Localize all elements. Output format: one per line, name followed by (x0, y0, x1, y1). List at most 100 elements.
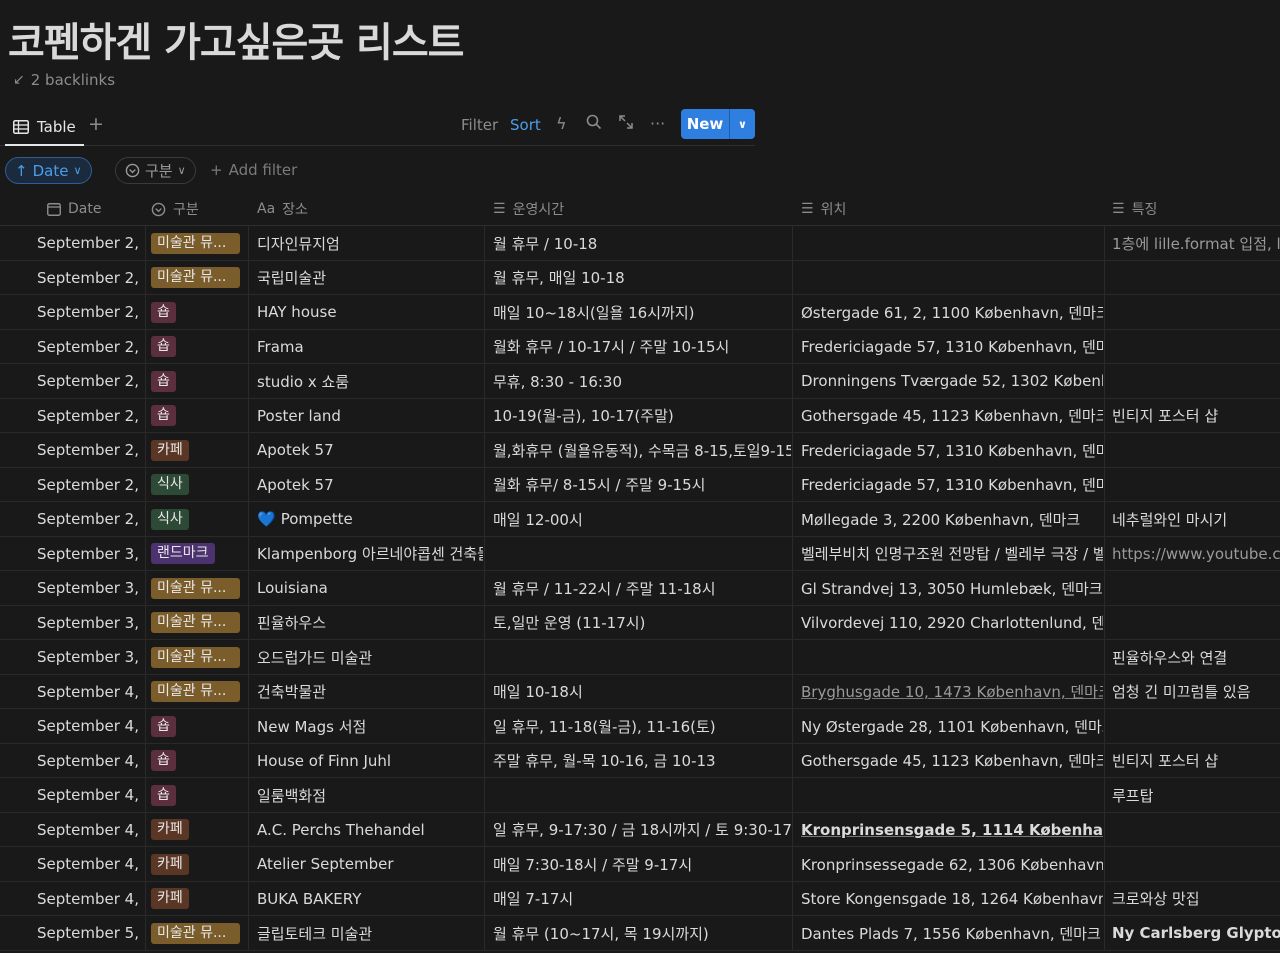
table-row[interactable]: September 3, 2 미술관 뮤... 핀율하우스 토,일만 운영 (11-1… (0, 606, 1280, 640)
location-cell[interactable]: Dronningens Tværgade 52, 1302 København (801, 364, 1103, 398)
date-cell[interactable]: September 2, 2 (37, 364, 143, 398)
date-cell[interactable]: September 4, 2 (37, 813, 143, 847)
location-cell[interactable]: Østergade 61, 2, 1100 København, 덴마크 (801, 295, 1103, 329)
feature-cell[interactable] (1112, 468, 1280, 502)
location-cell[interactable]: Fredericiagade 57, 1310 København, 덴마크 (801, 330, 1103, 364)
add-view-icon[interactable]: + (88, 113, 104, 135)
date-cell[interactable]: September 4, 2 (37, 744, 143, 778)
hours-cell[interactable] (493, 778, 791, 812)
column-header-hours[interactable]: ☰ 운영시간 (493, 192, 564, 226)
category-cell[interactable]: 식사 (151, 502, 247, 536)
date-cell[interactable]: September 3, 2 (37, 537, 143, 571)
column-header-feature[interactable]: ☰ 특징 (1112, 192, 1157, 226)
table-row[interactable]: September 2, 2 숍 HAY house 매일 10~18시(일욜 16시… (0, 295, 1280, 330)
location-cell[interactable] (801, 778, 1103, 812)
gubun-filter-chip[interactable]: 구분 ∨ (115, 157, 196, 184)
new-button[interactable]: New ∨ (681, 109, 755, 139)
hours-cell[interactable]: 월화 휴무 / 10-17시 / 주말 10-15시 (493, 330, 791, 364)
table-row[interactable]: September 2, 2 식사 💙 Pompette 매일 12-00시 Mølleg… (0, 502, 1280, 537)
hours-cell[interactable]: 무휴, 8:30 - 16:30 (493, 364, 791, 398)
column-header-date[interactable]: Date (47, 192, 101, 226)
feature-cell[interactable]: 빈티지 포스터 샵 (1112, 744, 1280, 778)
place-cell[interactable]: Atelier September (257, 847, 483, 881)
hours-cell[interactable]: 10-19(월-금), 10-17(주말) (493, 399, 791, 433)
category-cell[interactable]: 미술관 뮤... (151, 261, 247, 295)
place-cell[interactable]: BUKA BAKERY (257, 882, 483, 916)
table-row[interactable]: September 5, 2 미술관 뮤... 글립토테크 미술관 월 휴무 (10~… (0, 916, 1280, 951)
feature-cell[interactable] (1112, 433, 1280, 467)
chevron-down-icon[interactable]: ∨ (730, 118, 755, 131)
hours-cell[interactable]: 토,일만 운영 (11-17시) (493, 606, 791, 640)
feature-cell[interactable] (1112, 606, 1280, 640)
location-cell[interactable]: Vilvordevej 110, 2920 Charlottenlund, 덴마… (801, 606, 1103, 640)
place-cell[interactable]: 💙 Pompette (257, 502, 483, 536)
feature-cell[interactable]: 루프탑 (1112, 778, 1280, 812)
hours-cell[interactable]: 매일 12-00시 (493, 502, 791, 536)
table-row[interactable]: September 3, 2 랜드마크 Klampenborg 아르네야콥센 건축물… (0, 537, 1280, 571)
table-row[interactable]: September 3, 2 미술관 뮤... 오드럽가드 미술관 핀율하우스와 연결 (0, 640, 1280, 675)
place-cell[interactable]: Louisiana (257, 571, 483, 605)
date-cell[interactable]: September 5, 2 (37, 916, 143, 950)
location-cell[interactable]: Kronprinsessegade 62, 1306 København, 덴마… (801, 847, 1103, 881)
location-cell[interactable]: Ny Østergade 28, 1101 København, 덴마크 (801, 709, 1103, 743)
place-cell[interactable]: 글립토테크 미술관 (257, 916, 483, 950)
category-cell[interactable]: 숍 (151, 778, 247, 812)
place-cell[interactable]: Klampenborg 아르네야콥센 건축물 (257, 537, 483, 571)
hours-cell[interactable]: 매일 10~18시(일욜 16시까지) (493, 295, 791, 329)
category-cell[interactable]: 미술관 뮤... (151, 226, 247, 260)
feature-cell[interactable]: 엄청 긴 미끄럼틀 있음 (1112, 675, 1280, 709)
category-cell[interactable]: 숍 (151, 399, 247, 433)
table-row[interactable]: September 2, 2 식사 Apotek 57 월화 휴무/ 8-15시 / … (0, 468, 1280, 502)
feature-cell[interactable]: Ny Carlsberg Glyptotek (1112, 916, 1280, 950)
location-cell[interactable]: Gothersgade 45, 1123 København, 덴마크 (801, 744, 1103, 778)
category-cell[interactable]: 숍 (151, 709, 247, 743)
table-row[interactable]: September 4, 2 숍 New Mags 서점 일 휴무, 11-18(월-… (0, 709, 1280, 744)
lightning-icon[interactable]: ϟ (556, 114, 567, 133)
add-filter-button[interactable]: + Add filter (210, 161, 297, 179)
location-cell[interactable]: Dantes Plads 7, 1556 København, 덴마크 (801, 916, 1103, 950)
place-cell[interactable]: 핀율하우스 (257, 606, 483, 640)
date-cell[interactable]: September 3, 2 (37, 571, 143, 605)
search-icon[interactable] (586, 114, 602, 134)
place-cell[interactable]: studio x 쇼룸 (257, 364, 483, 398)
date-cell[interactable]: September 3, 2 (37, 640, 143, 674)
hours-cell[interactable]: 월화 휴무/ 8-15시 / 주말 9-15시 (493, 468, 791, 502)
table-row[interactable]: September 2, 2 카페 Apotek 57 월,화휴무 (월욜유동적), … (0, 433, 1280, 468)
date-cell[interactable]: September 2, 2 (37, 433, 143, 467)
table-row[interactable]: September 4, 2 미술관 뮤... 건축박물관 매일 10-18시 Bryg… (0, 675, 1280, 709)
category-cell[interactable]: 식사 (151, 468, 247, 502)
date-sort-chip[interactable]: ↑ Date ∨ (5, 157, 92, 184)
location-cell[interactable]: 벨레부비치 인명구조원 전망탑 / 벨레부 극장 / 벨레부 (801, 537, 1103, 571)
date-cell[interactable]: September 4, 2 (37, 778, 143, 812)
feature-cell[interactable] (1112, 813, 1280, 847)
date-cell[interactable]: September 2, 2 (37, 226, 143, 260)
category-cell[interactable]: 숍 (151, 330, 247, 364)
column-header-location[interactable]: ☰ 위치 (801, 192, 846, 226)
location-cell[interactable] (801, 226, 1103, 260)
expand-icon[interactable] (618, 114, 634, 134)
feature-cell[interactable]: 핀율하우스와 연결 (1112, 640, 1280, 674)
category-cell[interactable]: 카페 (151, 433, 247, 467)
date-cell[interactable]: September 2, 2 (37, 295, 143, 329)
location-cell[interactable]: Møllegade 3, 2200 København, 덴마크 (801, 502, 1103, 536)
category-cell[interactable]: 숍 (151, 744, 247, 778)
location-cell[interactable]: Gothersgade 45, 1123 København, 덴마크 (801, 399, 1103, 433)
hours-cell[interactable]: 매일 7:30-18시 / 주말 9-17시 (493, 847, 791, 881)
hours-cell[interactable]: 월 휴무 / 10-18 (493, 226, 791, 260)
place-cell[interactable]: Apotek 57 (257, 433, 483, 467)
category-cell[interactable]: 숍 (151, 364, 247, 398)
date-cell[interactable]: September 3, 2 (37, 606, 143, 640)
hours-cell[interactable]: 월 휴무 (10~17시, 목 19시까지) (493, 916, 791, 950)
table-row[interactable]: September 2, 2 미술관 뮤... 국립미술관 월 휴무, 매일 10-1… (0, 261, 1280, 295)
location-cell[interactable] (801, 261, 1103, 295)
date-cell[interactable]: September 2, 2 (37, 502, 143, 536)
table-row[interactable]: September 2, 2 숍 Frama 월화 휴무 / 10-17시 / 주말 … (0, 330, 1280, 364)
category-cell[interactable]: 미술관 뮤... (151, 916, 247, 950)
hours-cell[interactable]: 월 휴무 / 11-22시 / 주말 11-18시 (493, 571, 791, 605)
place-cell[interactable]: Poster land (257, 399, 483, 433)
hours-cell[interactable]: 월 휴무, 매일 10-18 (493, 261, 791, 295)
feature-cell[interactable] (1112, 295, 1280, 329)
feature-cell[interactable]: 네추럴와인 마시기 (1112, 502, 1280, 536)
place-cell[interactable]: Apotek 57 (257, 468, 483, 502)
place-cell[interactable]: 디자인뮤지엄 (257, 226, 483, 260)
